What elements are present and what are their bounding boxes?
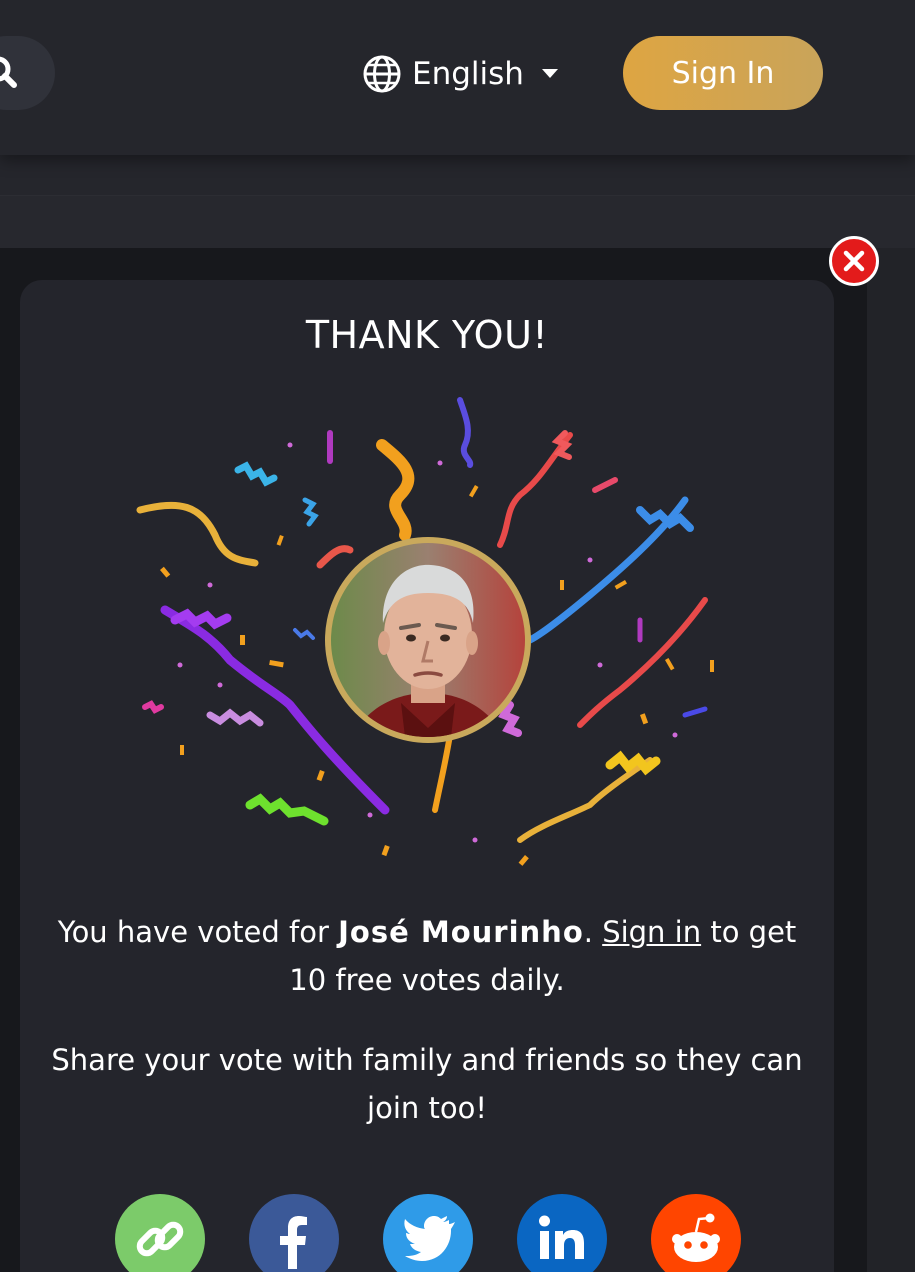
modal-overlay-edge: [867, 248, 915, 1272]
modal-title: THANK YOU!: [305, 313, 549, 357]
sign-in-link[interactable]: Sign in: [602, 915, 701, 949]
chevron-down-icon: [541, 69, 558, 78]
vote-message: You have voted for José Mourinho. Sign i…: [40, 908, 814, 1004]
vote-dot: .: [583, 915, 603, 949]
close-button[interactable]: [829, 236, 879, 286]
search-button[interactable]: [0, 36, 55, 110]
globe-icon: [363, 55, 401, 93]
close-icon: [843, 250, 865, 272]
avatar: [331, 543, 525, 737]
subheader-band: [0, 195, 915, 249]
linkedin-icon: [539, 1215, 584, 1259]
portrait-image: [331, 543, 525, 737]
voted-for-name: José Mourinho: [338, 915, 584, 949]
reddit-share-button[interactable]: [651, 1194, 741, 1272]
top-header: English Sign In: [0, 0, 915, 155]
search-icon: [0, 56, 17, 88]
sign-in-button[interactable]: Sign In: [623, 36, 823, 110]
avatar-ring: [325, 537, 531, 743]
share-buttons: [0, 1194, 915, 1272]
link-icon: [136, 1221, 184, 1257]
twitter-share-button[interactable]: [383, 1194, 473, 1272]
share-prompt: Share your vote with family and friends …: [51, 1043, 803, 1125]
reddit-icon: [672, 1213, 720, 1262]
twitter-icon: [404, 1216, 455, 1261]
linkedin-share-button[interactable]: [517, 1194, 607, 1272]
facebook-share-button[interactable]: [249, 1194, 339, 1272]
page: English Sign In THANK YOU! You have vote…: [0, 0, 915, 1272]
facebook-icon: [280, 1216, 307, 1269]
language-label: English: [412, 56, 524, 92]
vote-prefix: You have voted for: [57, 915, 339, 949]
language-selector[interactable]: English: [362, 54, 558, 94]
copy-link-button[interactable]: [115, 1194, 205, 1272]
